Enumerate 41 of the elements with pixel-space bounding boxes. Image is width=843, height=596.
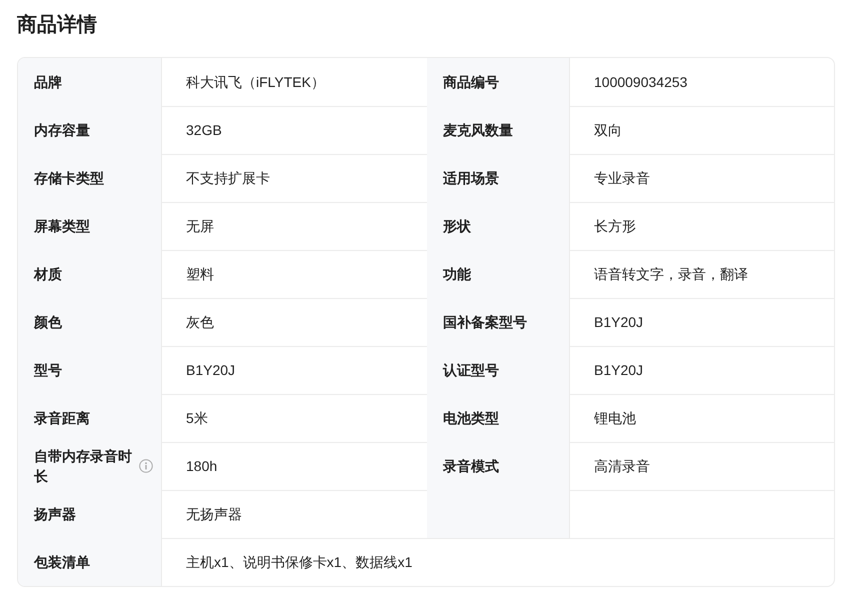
spec-value: 专业录音 [594, 169, 650, 188]
spec-label: 功能 [443, 265, 471, 284]
spec-label: 形状 [443, 217, 471, 236]
spec-value: B1Y20J [594, 361, 644, 380]
spec-label: 包装清单 [34, 553, 90, 572]
spec-label: 自带内存录音时长 [34, 447, 133, 486]
spec-value: 主机x1、说明书保修卡x1、数据线x1 [186, 553, 412, 572]
spec-label: 录音模式 [443, 457, 499, 476]
spec-value: 塑料 [186, 265, 214, 284]
spec-label: 型号 [34, 361, 62, 380]
spec-label: 麦克风数量 [443, 121, 513, 140]
spec-label: 屏幕类型 [34, 217, 90, 236]
spec-value: 灰色 [186, 313, 214, 332]
spec-label: 材质 [34, 265, 62, 284]
spec-value: B1Y20J [186, 361, 236, 380]
spec-value: 不支持扩展卡 [186, 169, 270, 188]
spec-label: 存储卡类型 [34, 169, 104, 188]
spec-label: 适用场景 [443, 169, 499, 188]
spec-label: 电池类型 [443, 409, 499, 428]
spec-label: 内存容量 [34, 121, 90, 140]
spec-value: 长方形 [594, 217, 636, 236]
spec-value: 高清录音 [594, 457, 650, 476]
spec-label: 扬声器 [34, 505, 76, 524]
spec-value: 双向 [594, 121, 622, 140]
spec-value: 语音转文字，录音，翻译 [594, 265, 748, 284]
spec-value: B1Y20J [594, 313, 644, 332]
spec-value: 32GB [186, 121, 222, 140]
spec-label: 品牌 [34, 73, 62, 92]
spec-value: 无屏 [186, 217, 214, 236]
spec-label: 商品编号 [443, 73, 499, 92]
section-title: 商品详情 [17, 12, 98, 38]
spec-value: 5米 [186, 409, 208, 428]
spec-value: 180h [186, 457, 218, 476]
spec-label: 国补备案型号 [443, 313, 527, 332]
spec-label: 认证型号 [443, 361, 499, 380]
spec-value: 100009034253 [594, 72, 688, 92]
spec-value: 无扬声器 [186, 505, 242, 524]
spec-value: 科大讯飞（iFLYTEK） [186, 72, 325, 92]
spec-label: 颜色 [34, 313, 62, 332]
spec-label: 录音距离 [34, 409, 90, 428]
spec-value: 锂电池 [594, 409, 636, 428]
